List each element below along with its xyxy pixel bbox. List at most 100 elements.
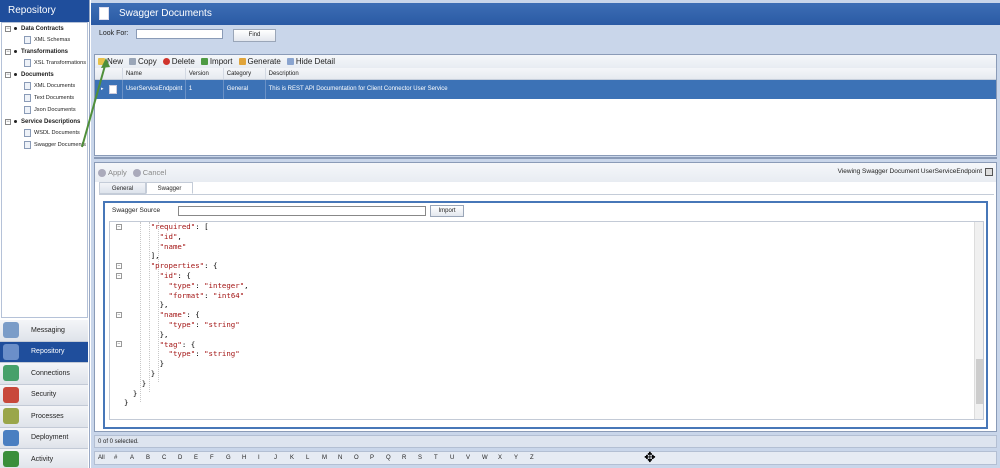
cell-name: UserServiceEndpoint	[123, 80, 186, 99]
import-button[interactable]: Import	[200, 57, 233, 66]
alphabet-filter-link[interactable]: S	[418, 455, 434, 461]
alphabet-filter-link[interactable]: R	[402, 455, 418, 461]
nav-icon	[3, 408, 19, 425]
alphabet-filter-link[interactable]: E	[194, 455, 210, 461]
column-header-name[interactable]: Name	[123, 68, 186, 79]
column-header-category[interactable]: Category	[224, 68, 266, 79]
main-area: Swagger Documents Look For: Find New Cop…	[91, 0, 1000, 468]
alphabet-filter-link[interactable]: W	[482, 455, 498, 461]
tree-item[interactable]: Text Documents	[2, 92, 87, 104]
alphabet-filter-link[interactable]: C	[162, 455, 178, 461]
code-line: "id": {	[159, 270, 191, 280]
alphabet-filter-link[interactable]: Q	[386, 455, 402, 461]
tree-item[interactable]: WSDL Documents	[2, 127, 87, 139]
alphabet-filter-link[interactable]: #	[114, 455, 130, 461]
code-editor[interactable]: − − − − − "required": [ "id", "name" ], …	[109, 221, 984, 420]
nav-item[interactable]: Deployment	[0, 427, 88, 449]
swagger-import-button[interactable]: Import	[430, 205, 464, 217]
cancel-button[interactable]: Cancel	[132, 168, 166, 177]
nav-item-label: Messaging	[31, 326, 65, 334]
nav-item[interactable]: Connections	[0, 363, 88, 385]
tree-item[interactable]: Swagger Documents	[2, 139, 87, 151]
tree-item-label: XML Documents	[34, 83, 76, 89]
apply-icon	[98, 168, 106, 177]
alphabet-filter-link[interactable]: B	[146, 455, 162, 461]
tree-group[interactable]: − Data Contracts	[2, 23, 87, 34]
table-row[interactable]: ▸ UserServiceEndpoint 1 General This is …	[95, 80, 996, 99]
tree-item[interactable]: XSL Transformations	[2, 57, 87, 69]
nav-item[interactable]: Processes	[0, 406, 88, 428]
alphabet-filter-link[interactable]: A	[130, 455, 146, 461]
alphabet-filter-link[interactable]: H	[242, 455, 258, 461]
alphabet-filter-link[interactable]: N	[338, 455, 354, 461]
collapse-icon[interactable]: −	[5, 48, 11, 55]
alphabet-filter-link[interactable]: T	[434, 455, 450, 461]
alphabet-filter-link[interactable]: J	[274, 455, 290, 461]
alphabet-filter-link[interactable]: K	[290, 455, 306, 461]
tree-item[interactable]: Json Documents	[2, 104, 87, 116]
find-button[interactable]: Find	[233, 29, 276, 42]
splitter[interactable]	[94, 157, 997, 159]
nav-item[interactable]: Repository	[0, 341, 88, 363]
code-line: "format": "int64"	[168, 290, 245, 300]
alphabet-filter-link[interactable]: L	[306, 455, 322, 461]
fold-toggle-icon[interactable]: −	[116, 273, 122, 279]
alphabet-filter-link[interactable]: F	[210, 455, 226, 461]
nav-item[interactable]: Activity	[0, 449, 88, 468]
editor-scrollbar[interactable]	[974, 222, 983, 419]
close-detail-icon[interactable]	[985, 168, 993, 176]
detail-panel: Apply Cancel Viewing Swagger Document Us…	[94, 162, 997, 432]
column-header-description[interactable]: Description	[266, 68, 996, 79]
apply-button[interactable]: Apply	[98, 168, 127, 177]
hide-detail-button[interactable]: Hide Detail	[286, 57, 335, 66]
look-for-input[interactable]	[136, 29, 223, 39]
cell-category: General	[224, 80, 266, 99]
copy-button[interactable]: Copy	[129, 57, 157, 66]
tree-group[interactable]: − Transformations	[2, 46, 87, 57]
alphabet-filter-link[interactable]: U	[450, 455, 466, 461]
nav-icon	[3, 386, 19, 403]
alphabet-filter-link[interactable]: D	[178, 455, 194, 461]
new-button[interactable]: New	[98, 57, 123, 66]
nav-icon	[3, 429, 19, 446]
nav-item-label: Deployment	[31, 434, 69, 442]
delete-button[interactable]: Delete	[162, 57, 195, 66]
alphabet-filter-link[interactable]: X	[498, 455, 514, 461]
delete-icon	[162, 58, 170, 65]
nav-item-label: Repository	[31, 348, 65, 356]
tree-group-label: Service Descriptions	[21, 118, 81, 125]
nav-item[interactable]: Messaging	[0, 320, 88, 342]
tree-item[interactable]: XML Schemas	[2, 34, 87, 46]
generate-button[interactable]: Generate	[238, 57, 281, 66]
fold-toggle-icon[interactable]: −	[116, 224, 122, 230]
nav-item[interactable]: Security	[0, 384, 88, 406]
alphabet-filter-link[interactable]: V	[466, 455, 482, 461]
swagger-source-input[interactable]	[178, 206, 426, 216]
alphabet-filter-link[interactable]: P	[370, 455, 386, 461]
column-header-version[interactable]: Version	[186, 68, 224, 79]
fold-toggle-icon[interactable]: −	[116, 341, 122, 347]
collapse-icon[interactable]: −	[5, 25, 11, 32]
nav-icon	[3, 343, 19, 360]
alphabet-filter-link[interactable]: G	[226, 455, 242, 461]
alphabet-filter-link[interactable]: M	[322, 455, 338, 461]
code-line: ],	[124, 251, 160, 261]
tree-item[interactable]: XML Documents	[2, 80, 87, 92]
tree-group[interactable]: − Documents	[2, 69, 87, 80]
collapse-icon[interactable]: −	[5, 71, 11, 78]
alphabet-filter-link[interactable]: All	[98, 455, 114, 461]
tab-general[interactable]: General	[99, 182, 146, 194]
alphabet-filter-link[interactable]: I	[258, 455, 274, 461]
alphabet-filter-link[interactable]: O	[354, 455, 370, 461]
fold-toggle-icon[interactable]: −	[116, 312, 122, 318]
file-icon	[24, 82, 31, 90]
alphabet-filter-link[interactable]: Z	[530, 455, 546, 461]
alphabet-filter-link[interactable]: Y	[514, 455, 530, 461]
file-icon	[24, 59, 31, 67]
tab-swagger[interactable]: Swagger	[146, 182, 193, 194]
editor-scrollbar-thumb[interactable]	[976, 359, 983, 404]
collapse-icon[interactable]: −	[5, 118, 11, 125]
tree-group[interactable]: − Service Descriptions	[2, 116, 87, 127]
code-line: "type": "string"	[168, 349, 240, 359]
fold-toggle-icon[interactable]: −	[116, 263, 122, 269]
